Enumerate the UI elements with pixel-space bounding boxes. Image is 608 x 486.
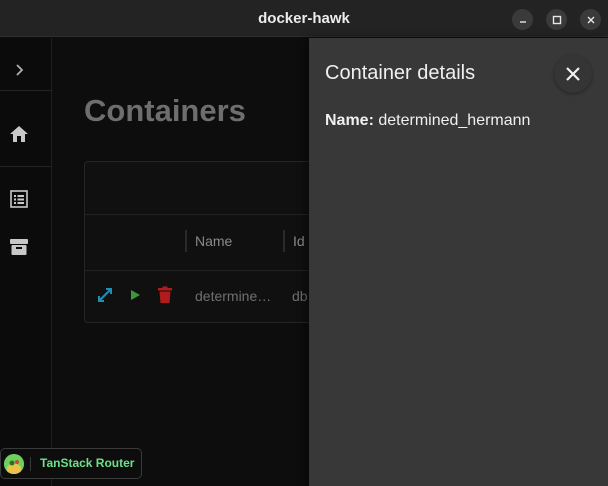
page-title: Containers (84, 93, 246, 128)
column-separator (185, 230, 187, 252)
details-name-label: Name: (325, 112, 374, 129)
sidebar-divider (0, 166, 52, 167)
container-details-panel: Container details Name: determined_herma… (309, 38, 608, 486)
close-icon (587, 16, 594, 23)
app-window: docker-hawk Containers Name Id determine… (0, 0, 608, 486)
titlebar: docker-hawk (0, 0, 608, 37)
sidebar-item-containers[interactable] (8, 188, 30, 210)
archive-icon (10, 239, 28, 255)
details-close-button[interactable] (554, 55, 592, 93)
column-header-id[interactable]: Id (293, 233, 305, 249)
delete-icon (158, 286, 172, 303)
close-icon (566, 67, 580, 81)
expand-button[interactable] (96, 286, 114, 304)
start-button[interactable] (126, 286, 144, 304)
router-devtools-button[interactable]: TanStack Router (0, 448, 142, 479)
delete-button[interactable] (156, 286, 174, 304)
sidebar-item-images[interactable] (8, 236, 30, 258)
list-icon (10, 190, 28, 208)
sidebar-item-home[interactable] (8, 123, 30, 145)
expand-icon (98, 288, 112, 302)
column-header-name[interactable]: Name (195, 233, 232, 249)
cell-container-id: db (292, 288, 308, 304)
minimize-button[interactable] (512, 9, 533, 30)
sidebar (0, 38, 52, 486)
tanstack-logo-icon (4, 454, 24, 474)
home-icon (10, 126, 28, 142)
sidebar-divider (0, 90, 52, 91)
maximize-icon (552, 15, 561, 24)
details-name-row: Name: determined_hermann (325, 112, 530, 130)
minimize-icon (519, 20, 526, 23)
details-title: Container details (325, 62, 476, 84)
sidebar-expand-button[interactable] (8, 59, 30, 81)
window-close-button[interactable] (580, 9, 601, 30)
play-icon (131, 290, 140, 300)
column-separator (283, 230, 285, 252)
containers-table: Name Id determine… db (84, 161, 344, 323)
maximize-button[interactable] (546, 9, 567, 30)
chevron-right-icon (16, 64, 24, 76)
router-label: TanStack Router (40, 456, 135, 470)
cell-container-name: determine… (195, 288, 272, 304)
table-divider (85, 214, 343, 215)
badge-separator (30, 457, 31, 471)
details-name-value: determined_hermann (378, 112, 531, 129)
table-divider (85, 270, 343, 271)
